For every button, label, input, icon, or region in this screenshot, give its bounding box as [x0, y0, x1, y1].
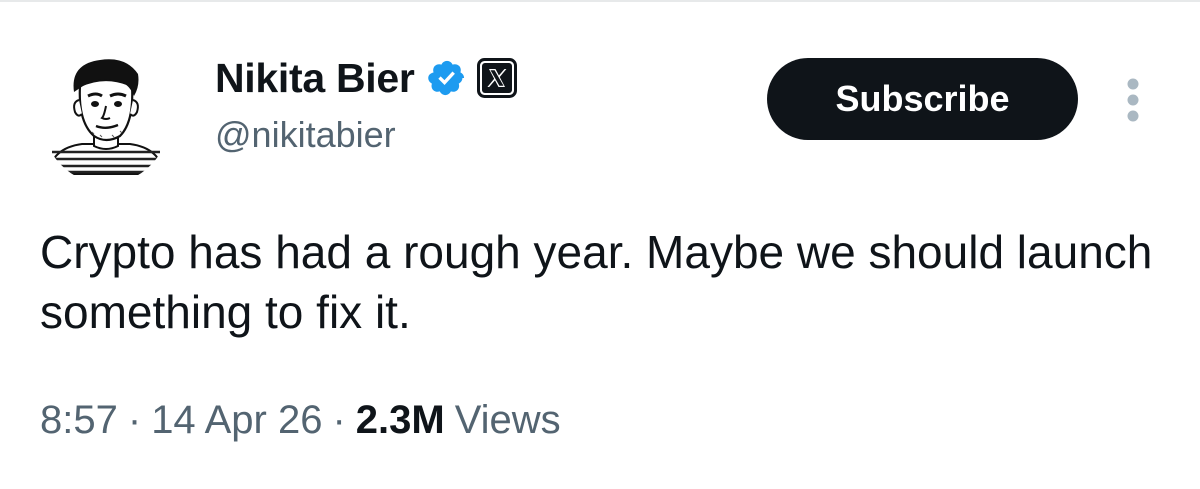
- tweet-meta: 8:57 · 14 Apr 26 · 2.3M Views: [40, 398, 561, 443]
- handle[interactable]: @nikitabier: [215, 114, 517, 156]
- more-vertical-icon[interactable]: [1118, 74, 1148, 126]
- tweet-time[interactable]: 8:57: [40, 398, 118, 443]
- views-count: 2.3M: [355, 398, 445, 442]
- tweet-date[interactable]: 14 Apr 26: [151, 398, 322, 443]
- top-divider: [0, 0, 1200, 2]
- views-label: Views: [454, 398, 561, 442]
- verified-badge-icon[interactable]: [427, 58, 467, 98]
- tweet-text: Crypto has had a rough year. Maybe we sh…: [40, 226, 1153, 338]
- display-name[interactable]: Nikita Bier: [215, 55, 415, 102]
- separator: ·: [332, 398, 346, 442]
- name-row: Nikita Bier: [215, 52, 517, 104]
- x-logo-icon: [476, 58, 517, 98]
- avatar[interactable]: [42, 52, 170, 184]
- separator: ·: [127, 398, 142, 442]
- avatar-sketch: [46, 59, 166, 175]
- subscribe-button[interactable]: Subscribe: [767, 58, 1078, 140]
- author-block: Nikita Bier @nikitabier: [215, 52, 517, 156]
